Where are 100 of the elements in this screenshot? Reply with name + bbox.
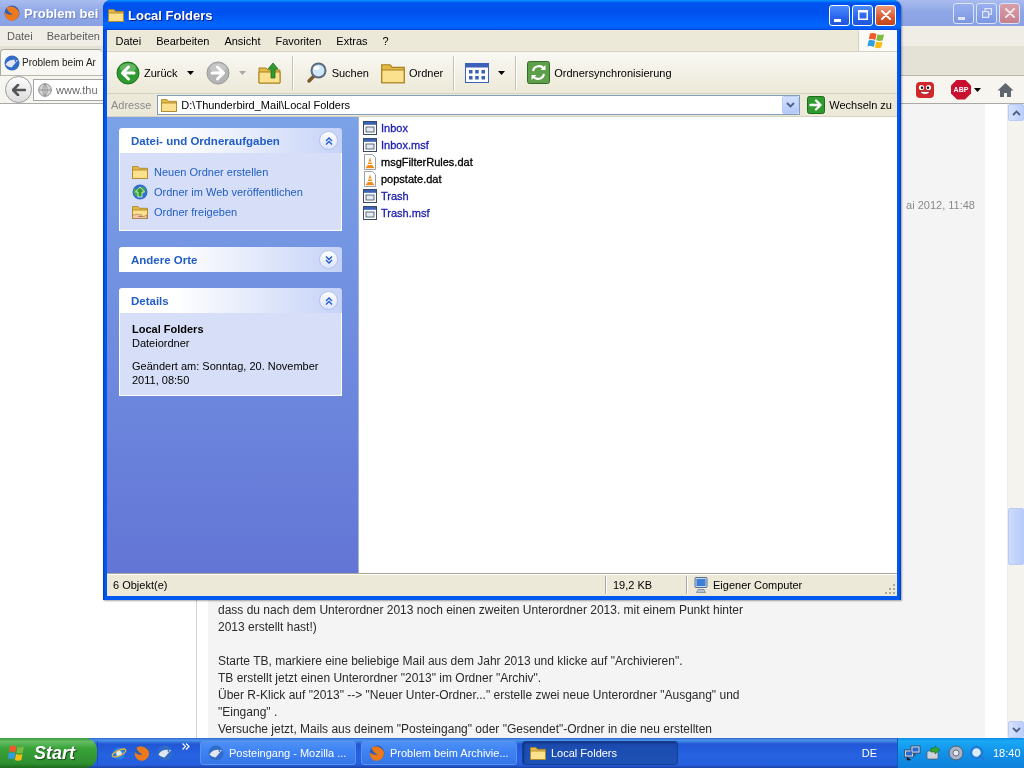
bird-globe-icon: [4, 54, 20, 71]
task-link[interactable]: Ordner freigeben: [132, 202, 238, 222]
status-location: Eigener Computer: [713, 579, 803, 591]
orbit-globe-icon[interactable]: [111, 745, 127, 761]
details-modified: Geändert am: Sonntag, 20. November 2011, 08:50: [132, 359, 320, 387]
menu-item[interactable]: Bearbeiten: [148, 34, 217, 47]
post-date: ai 2012, 11:48: [906, 199, 975, 211]
double-chevron-up-icon: [324, 296, 333, 305]
double-chevron-right-icon[interactable]: [182, 743, 190, 750]
bird-globe-icon: [208, 745, 224, 761]
restore-icon: [981, 8, 992, 18]
taskbar-button[interactable]: Problem beim Archivie...: [361, 741, 517, 765]
collapse-button[interactable]: [319, 131, 338, 150]
file-item[interactable]: Inbox: [362, 119, 408, 136]
file-item[interactable]: Trash: [362, 187, 409, 204]
grid-view-icon: [465, 62, 490, 83]
globe-icon: [38, 82, 52, 97]
fox-globe-icon: [4, 5, 20, 21]
clock: 18:40: [993, 747, 1021, 759]
go-button[interactable]: Wechseln zu: [806, 95, 895, 115]
chevron-down-icon: [1011, 726, 1021, 733]
bird-globe-icon[interactable]: [157, 745, 173, 761]
url-field[interactable]: www.thu: [33, 78, 103, 101]
scroll-down-button[interactable]: [1008, 721, 1024, 738]
minimize-icon: [958, 16, 965, 20]
sync-button[interactable]: Ordnersynchronisierung: [522, 54, 677, 91]
sync-icon: [527, 61, 551, 84]
menu-item[interactable]: Ansicht: [216, 34, 268, 47]
folder-icon: [108, 7, 124, 23]
double-chevron-up-icon: [324, 136, 333, 145]
close-icon: [880, 10, 891, 20]
file-icon: [362, 187, 378, 204]
file-icon: [362, 204, 378, 221]
computer-icon: [694, 577, 708, 593]
folder-icon: [161, 97, 178, 113]
traffic-cone-icon: [362, 170, 378, 187]
dropdown-button[interactable]: [782, 96, 800, 114]
window-title: Problem bei: [24, 5, 99, 21]
double-chevron-down-icon: [324, 255, 333, 264]
file-item[interactable]: msgFilterRules.dat: [362, 153, 473, 170]
status-size: 19,2 KB: [613, 579, 653, 591]
disc-icon: [948, 745, 964, 761]
collapse-button[interactable]: [319, 291, 338, 310]
menu-item[interactable]: Bearbeiten: [39, 30, 107, 42]
folder-icon: [132, 164, 148, 180]
start-button[interactable]: Start: [0, 738, 97, 768]
details-type: Dateiordner: [132, 336, 191, 350]
task-panel-header[interactable]: Andere Orte: [119, 247, 342, 272]
task-link[interactable]: Neuen Ordner erstellen: [132, 162, 269, 182]
menu-item[interactable]: Datei: [108, 34, 149, 47]
network-icon: [904, 745, 921, 761]
menu-item[interactable]: Datei: [0, 30, 40, 42]
device-arrow-icon: [926, 745, 943, 761]
status-count: 6 Objekt(e): [113, 579, 168, 591]
magnifier-icon: [969, 745, 985, 761]
post-text-line: "Eingang" .: [218, 704, 278, 721]
maximize-icon: [857, 10, 868, 20]
address-field[interactable]: D:\Thunderbird_Mail\Local Folders: [157, 95, 801, 115]
post-text-line: TB erstellt jetzt einen Unterordner "2013" im Ordner "Archiv".: [218, 670, 542, 687]
post-text-line: dass du nach dem Unterordner 2013 noch einen zweiten Unterordner 2013. mit einem Punkt hinter: [218, 602, 743, 619]
post-text-line: Versuche jetzt, Mails aus deinem "Posteingang" oder "Gesendet"-Ordner in die neu erstellten: [218, 721, 712, 738]
scrollbar[interactable]: [1007, 104, 1024, 738]
task-link[interactable]: Ordner im Web veröffentlichen: [132, 182, 303, 202]
flag-logo: [859, 30, 897, 51]
close-icon: [1004, 8, 1015, 18]
file-item[interactable]: Inbox.msf: [362, 136, 429, 153]
traffic-cone-icon: [362, 153, 378, 170]
post-text-line: Über R-Klick auf "2013" --> "Neuer Unter-Ordner..." erstelle zwei neue Unterordner "Ausgang" und: [218, 687, 740, 704]
minimize-icon: [834, 18, 841, 22]
language-indicator[interactable]: DE: [861, 747, 877, 759]
file-item[interactable]: Trash.msf: [362, 204, 430, 221]
taskbar-button[interactable]: Posteingang - Mozilla ...: [200, 741, 356, 765]
globe-arrow-icon: [132, 184, 148, 200]
task-panel-header[interactable]: Details: [119, 288, 342, 313]
expand-button[interactable]: [319, 250, 338, 269]
folders-button[interactable]: Ordner: [375, 54, 449, 91]
fox-globe-icon: [369, 745, 385, 761]
browser-tab[interactable]: Problem beim Ar: [0, 49, 102, 75]
menu-item[interactable]: Favoriten: [268, 34, 329, 47]
menu-item[interactable]: ?: [375, 34, 397, 47]
post-text-line: 2013 erstellt hast!): [218, 619, 317, 636]
caret-icon[interactable]: [974, 87, 981, 92]
window-title: Local Folders: [128, 7, 213, 23]
home-icon[interactable]: [997, 81, 1014, 98]
file-item[interactable]: popstate.dat: [362, 170, 442, 187]
scroll-thumb[interactable]: [1008, 508, 1024, 565]
scroll-up-button[interactable]: [1008, 104, 1024, 121]
menu-item[interactable]: Extras: [328, 34, 376, 47]
chevron-up-icon: [1011, 109, 1021, 116]
cartoon-face-icon[interactable]: [915, 79, 935, 100]
details-name: Local Folders: [132, 322, 205, 336]
folder-up-arrow-icon: [257, 60, 282, 85]
taskbar-button[interactable]: Local Folders: [522, 741, 678, 765]
maximize-button[interactable]: [852, 4, 873, 26]
search-button[interactable]: Suchen: [298, 54, 374, 91]
back-button[interactable]: [5, 76, 32, 103]
file-icon: [362, 136, 378, 153]
back-button[interactable]: Zurück: [111, 54, 199, 91]
left-arrow-icon: [11, 83, 26, 96]
task-panel-header[interactable]: Datei- und Ordneraufgaben: [119, 128, 342, 153]
